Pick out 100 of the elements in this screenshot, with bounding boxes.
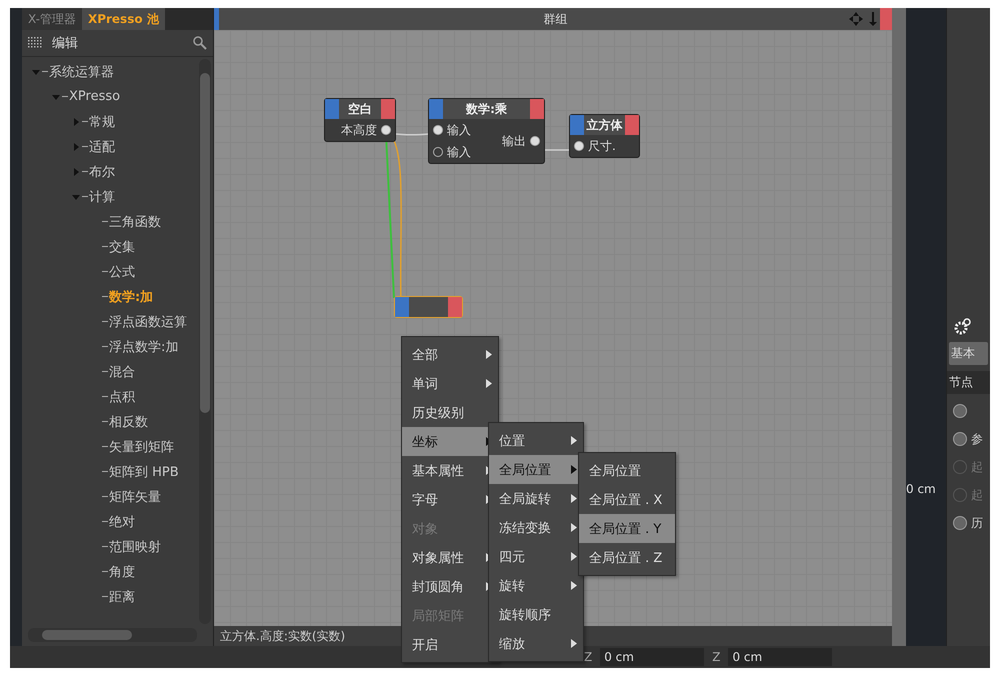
tree-connector-line bbox=[82, 146, 88, 147]
radio-button[interactable] bbox=[953, 460, 967, 474]
xpresso-node[interactable]: 立方体 尺寸. bbox=[569, 114, 640, 158]
tree-connector-line bbox=[102, 421, 108, 422]
node-output-tab[interactable] bbox=[448, 297, 462, 317]
tree-connector-line bbox=[102, 596, 108, 597]
xpresso-node[interactable]: 空白 本高度 bbox=[324, 98, 396, 142]
menu-item[interactable]: 旋转顺序 bbox=[489, 600, 583, 629]
viewport-reading: 0 cm bbox=[906, 482, 937, 496]
status-text: 立方体.高度:实数(实数) bbox=[220, 628, 346, 644]
connection-wire bbox=[543, 148, 570, 152]
tree-item[interactable]: 角度 bbox=[109, 562, 135, 580]
tree-connector-line bbox=[102, 471, 108, 472]
coordinate-field[interactable]: 0 cm bbox=[600, 648, 704, 666]
horizontal-scrollbar[interactable] bbox=[28, 628, 197, 642]
port-dot[interactable] bbox=[381, 125, 391, 135]
tree-item[interactable]: 距离 bbox=[109, 588, 135, 606]
menu-item[interactable]: 历史级别 bbox=[402, 398, 498, 427]
tree-connector-line bbox=[62, 96, 68, 97]
radio-button[interactable] bbox=[953, 516, 967, 530]
expand-triangle-icon[interactable] bbox=[72, 118, 80, 126]
node-output-tab[interactable] bbox=[625, 115, 639, 135]
menu-item[interactable]: 单词 bbox=[402, 369, 498, 398]
option-label: 参 bbox=[971, 430, 983, 448]
tree-connector-line bbox=[102, 496, 108, 497]
tree-item[interactable]: 绝对 bbox=[109, 512, 135, 530]
collapse-triangle-icon[interactable] bbox=[72, 192, 80, 200]
tree-item[interactable]: 范围映射 bbox=[109, 538, 161, 556]
tree-item[interactable]: 点积 bbox=[109, 388, 135, 406]
port-label: 尺寸. bbox=[588, 138, 616, 154]
close-marker[interactable] bbox=[880, 8, 892, 30]
tree-item[interactable]: 数学:加 bbox=[109, 288, 154, 306]
node-output-tab[interactable] bbox=[381, 99, 395, 119]
tree-item[interactable]: 常规 bbox=[89, 112, 115, 130]
collapse-triangle-icon[interactable] bbox=[32, 68, 40, 76]
expand-triangle-icon[interactable] bbox=[72, 168, 80, 176]
node-title: 立方体 bbox=[586, 117, 624, 134]
attribute-tab[interactable]: 基本 bbox=[949, 342, 988, 365]
node-input-tab[interactable] bbox=[395, 297, 409, 317]
panel-tab[interactable]: XPresso 池 bbox=[82, 8, 165, 30]
tree-item[interactable]: 交集 bbox=[109, 238, 135, 256]
port-label: 本高度 bbox=[341, 122, 377, 138]
tree-connector-line bbox=[102, 371, 108, 372]
tree-connector-line bbox=[82, 171, 88, 172]
tree-connector-line bbox=[102, 271, 108, 272]
node-input-tab[interactable] bbox=[570, 115, 584, 135]
axis-label: Z bbox=[712, 650, 720, 664]
port-dot[interactable] bbox=[530, 136, 540, 146]
xpresso-node[interactable]: 数学:乘 输入 输入 输出 bbox=[428, 98, 545, 164]
tree-item[interactable]: 三角函数 bbox=[109, 212, 161, 230]
tree-item[interactable]: 公式 bbox=[109, 262, 135, 280]
tree-item[interactable]: XPresso bbox=[69, 89, 120, 104]
tree-item[interactable]: 布尔 bbox=[89, 162, 115, 180]
tree-item[interactable]: 计算 bbox=[89, 188, 115, 206]
tree-item[interactable]: 矩阵到 HPB bbox=[109, 462, 179, 480]
node-title: 空白 bbox=[347, 101, 373, 118]
coordinate-field[interactable]: 0 cm bbox=[728, 648, 832, 666]
tree-connector-line bbox=[102, 246, 108, 247]
menu-item[interactable]: 旋转 bbox=[489, 571, 583, 600]
axis-label: Z bbox=[584, 650, 592, 664]
tree-connector-line bbox=[82, 121, 88, 122]
port-label: 输入 bbox=[447, 144, 471, 160]
menu-item[interactable]: 全部 bbox=[402, 340, 498, 369]
xpresso-node[interactable] bbox=[394, 296, 463, 318]
section-header: 节点 bbox=[947, 371, 990, 394]
option-label: 历 bbox=[971, 514, 983, 532]
tree-connector-line bbox=[102, 521, 108, 522]
radio-button[interactable] bbox=[953, 404, 967, 418]
collapse-triangle-icon[interactable] bbox=[52, 92, 60, 100]
move-arrows-icon[interactable] bbox=[848, 11, 878, 27]
tree-item[interactable]: 系统运算器 bbox=[49, 62, 114, 80]
tree-item[interactable]: 浮点数学:加 bbox=[109, 338, 178, 356]
tree-item[interactable]: 矢量到矩阵 bbox=[109, 438, 174, 456]
tree-item[interactable]: 矩阵矢量 bbox=[109, 488, 161, 506]
radio-button[interactable] bbox=[953, 432, 967, 446]
grip-icon[interactable] bbox=[28, 37, 42, 49]
gear-icon[interactable] bbox=[953, 318, 971, 336]
node-output-tab[interactable] bbox=[530, 99, 544, 119]
tree-item[interactable]: 相反数 bbox=[109, 412, 148, 430]
option-label: 起 bbox=[971, 458, 983, 476]
panel-tab[interactable]: X-管理器 bbox=[22, 8, 82, 30]
tree-connector-line bbox=[102, 546, 108, 547]
expand-triangle-icon[interactable] bbox=[72, 142, 80, 150]
tree-item[interactable]: 适配 bbox=[89, 138, 115, 156]
tree-item[interactable]: 浮点函数运算 bbox=[109, 312, 187, 330]
search-icon[interactable] bbox=[193, 36, 207, 50]
node-input-tab[interactable] bbox=[429, 99, 443, 119]
node-input-tab[interactable] bbox=[325, 99, 339, 119]
port-dot[interactable] bbox=[433, 125, 443, 135]
tree-item[interactable]: 混合 bbox=[109, 362, 135, 380]
menu-item[interactable]: 缩放 bbox=[489, 629, 583, 658]
port-dot[interactable] bbox=[574, 141, 584, 151]
tree-connector-line bbox=[42, 71, 48, 72]
port-dot[interactable] bbox=[433, 147, 443, 157]
panel-menu-label[interactable]: 编辑 bbox=[52, 34, 183, 52]
tree-connector-line bbox=[102, 346, 108, 347]
menu-item[interactable]: 全局位置 . Y bbox=[579, 514, 675, 543]
radio-button[interactable] bbox=[953, 488, 967, 502]
tree-connector-line bbox=[102, 321, 108, 322]
vertical-scrollbar[interactable] bbox=[199, 59, 211, 624]
